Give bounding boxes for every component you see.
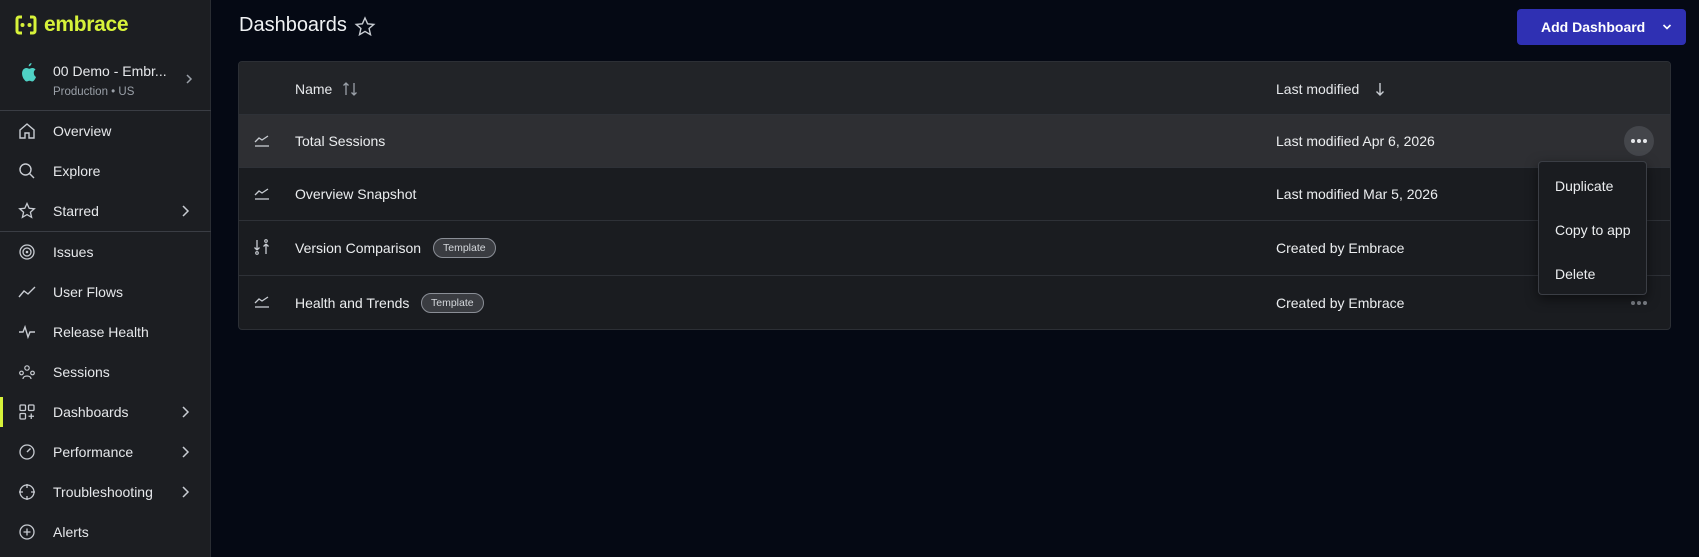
more-options-button[interactable] — [1624, 126, 1654, 156]
embrace-logo-icon — [15, 15, 37, 35]
sidebar-divider — [0, 110, 211, 111]
column-last-modified[interactable]: Last modified — [1276, 81, 1359, 97]
chevron-right-icon — [182, 446, 190, 458]
apple-icon — [22, 63, 37, 82]
template-badge: Template — [421, 293, 484, 313]
chart-line-icon — [254, 135, 269, 147]
sidebar-item-dashboards[interactable]: Dashboards — [0, 393, 211, 431]
sidebar-item-release-health[interactable]: Release Health — [0, 313, 211, 351]
chevron-down-icon — [1662, 24, 1672, 30]
dashboard-modified: Last modified Mar 5, 2026 — [1276, 186, 1438, 202]
compare-icon — [254, 239, 269, 255]
radar-icon — [19, 244, 35, 260]
sort-descending-icon[interactable] — [1372, 80, 1388, 98]
dashboard-name: Total Sessions — [295, 133, 386, 149]
sidebar-item-label: Alerts — [53, 524, 89, 540]
page-title: Dashboards — [239, 14, 347, 36]
app-name: 00 Demo - Embr... — [53, 63, 167, 79]
template-badge: Template — [433, 238, 496, 258]
sidebar-item-label: Dashboards — [53, 404, 129, 420]
sidebar-item-alerts[interactable]: Alerts — [0, 513, 211, 551]
sidebar: embrace 00 Demo - Embr... Production • U… — [0, 0, 211, 557]
home-icon — [19, 123, 35, 139]
chart-line-icon — [254, 188, 269, 200]
table-header: Name Last modified — [239, 62, 1670, 115]
sidebar-item-starred[interactable]: Starred — [0, 192, 211, 230]
gauge-icon — [19, 444, 35, 460]
menu-item-label: Copy to app — [1555, 222, 1631, 238]
sidebar-divider — [0, 231, 211, 232]
dashboard-grid-icon — [19, 404, 35, 420]
sidebar-item-overview[interactable]: Overview — [0, 112, 211, 150]
chevron-right-icon — [182, 406, 190, 418]
table-row[interactable]: Total Sessions Last modified Apr 6, 2026 — [239, 115, 1670, 168]
brand-name: embrace — [44, 13, 129, 36]
menu-item-copy-to-app[interactable]: Copy to app — [1539, 210, 1646, 250]
sidebar-item-label: Release Health — [53, 324, 149, 340]
dashboard-name: Version Comparison — [295, 240, 422, 256]
app-switcher[interactable]: 00 Demo - Embr... Production • US — [0, 56, 211, 110]
dashboard-name: Overview Snapshot — [295, 186, 417, 202]
sidebar-item-label: Issues — [53, 244, 94, 260]
table-row[interactable]: Overview Snapshot Last modified Mar 5, 2… — [239, 168, 1670, 221]
row-options-menu: Duplicate Copy to app Delete — [1538, 161, 1647, 295]
sidebar-item-troubleshooting[interactable]: Troubleshooting — [0, 473, 211, 511]
alert-icon — [19, 524, 35, 540]
sort-icon[interactable] — [341, 80, 359, 98]
sidebar-item-label: Explore — [53, 163, 101, 179]
star-icon[interactable] — [354, 16, 376, 38]
search-icon — [19, 163, 35, 179]
sidebar-item-user-flows[interactable]: User Flows — [0, 273, 211, 311]
chart-line-icon — [254, 296, 269, 308]
sidebar-item-explore[interactable]: Explore — [0, 152, 211, 190]
crosshair-icon — [19, 484, 35, 500]
dashboard-name: Health and Trends — [295, 295, 410, 311]
chevron-right-icon — [182, 205, 190, 217]
dashboard-modified: Created by Embrace — [1276, 295, 1405, 311]
users-icon — [19, 365, 35, 380]
chevron-right-icon — [182, 486, 190, 498]
chevron-right-icon — [186, 74, 193, 84]
sidebar-item-issues[interactable]: Issues — [0, 233, 211, 271]
dashboard-modified: Created by Embrace — [1276, 240, 1405, 256]
table-row[interactable]: Health and Trends Template Created by Em… — [239, 276, 1670, 329]
add-dashboard-label: Add Dashboard — [1541, 19, 1646, 35]
table-row[interactable]: Version Comparison Template Created by E… — [239, 221, 1670, 276]
sidebar-item-sessions[interactable]: Sessions — [0, 353, 211, 391]
trend-line-icon — [18, 286, 36, 298]
sidebar-item-label: Performance — [53, 444, 134, 460]
sidebar-item-label: Starred — [53, 203, 99, 219]
menu-item-label: Delete — [1555, 266, 1596, 282]
dashboard-modified: Last modified Apr 6, 2026 — [1276, 133, 1435, 149]
pulse-icon — [19, 324, 35, 340]
sidebar-item-label: Sessions — [53, 364, 110, 380]
menu-item-duplicate[interactable]: Duplicate — [1539, 166, 1646, 206]
menu-item-delete[interactable]: Delete — [1539, 254, 1646, 294]
sidebar-item-label: Overview — [53, 123, 112, 139]
sidebar-item-performance[interactable]: Performance — [0, 433, 211, 471]
sidebar-item-label: User Flows — [53, 284, 124, 300]
star-icon — [18, 202, 36, 219]
app-environment: Production • US — [53, 86, 135, 98]
column-name[interactable]: Name — [295, 81, 332, 97]
embrace-logo[interactable]: embrace — [14, 12, 129, 38]
menu-item-label: Duplicate — [1555, 178, 1614, 194]
dashboards-table: Name Last modified Total Sessions Last m… — [238, 61, 1671, 330]
add-dashboard-button[interactable]: Add Dashboard — [1517, 9, 1686, 45]
sidebar-item-label: Troubleshooting — [53, 484, 153, 500]
